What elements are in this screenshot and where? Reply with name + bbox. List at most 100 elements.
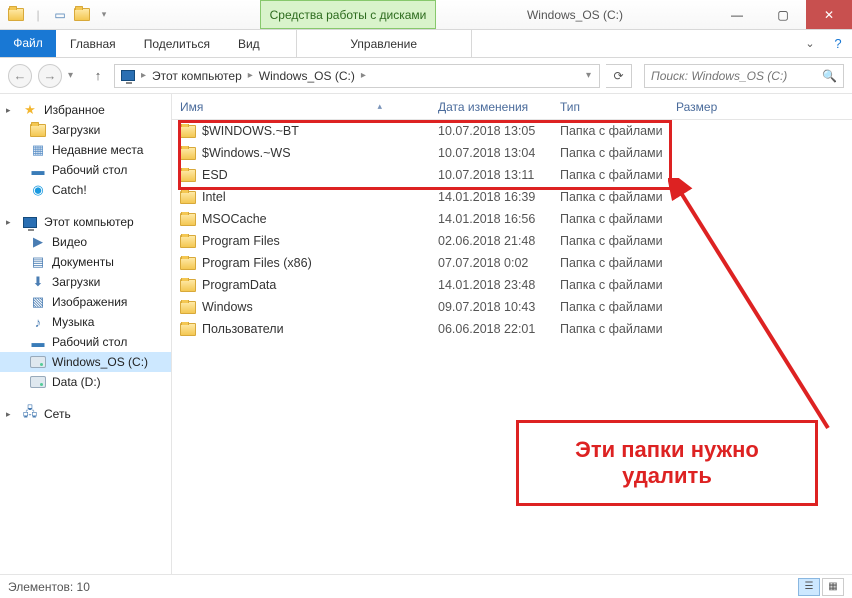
file-type: Папка с файлами	[552, 300, 668, 314]
table-row[interactable]: Program Files 02.06.2018 21:48Папка с фай…	[172, 230, 852, 252]
nav-downloads[interactable]: Загрузки	[0, 120, 171, 140]
ribbon-tabs: Файл Главная Поделиться Вид Управление ⌄…	[0, 30, 852, 58]
col-type[interactable]: Тип	[552, 100, 668, 114]
nav-pictures[interactable]: ▧Изображения	[0, 292, 171, 312]
file-name: Intel	[202, 190, 226, 204]
breadcrumb[interactable]: ▸ Этот компьютер ▸ Windows_OS (C:) ▸ ▾	[114, 64, 600, 88]
folder-icon	[180, 279, 196, 292]
up-button[interactable]: ↑	[88, 66, 108, 86]
file-name: MSOCache	[202, 212, 267, 226]
music-icon: ♪	[30, 314, 46, 330]
tab-share[interactable]: Поделиться	[130, 30, 224, 57]
col-size[interactable]: Размер	[668, 100, 852, 114]
file-date: 10.07.2018 13:04	[430, 146, 552, 160]
nav-downloads2[interactable]: ⬇Загрузки	[0, 272, 171, 292]
recent-icon: ▦	[30, 142, 46, 158]
qat-dropdown-icon[interactable]: ▾	[96, 7, 112, 23]
history-dropdown-icon[interactable]: ▾	[68, 70, 82, 81]
breadcrumb-dropdown-icon[interactable]: ▾	[582, 70, 595, 81]
file-date: 09.07.2018 10:43	[430, 300, 552, 314]
nav-videos[interactable]: ▶Видео	[0, 232, 171, 252]
tab-view[interactable]: Вид	[224, 30, 274, 57]
file-type: Папка с файлами	[552, 146, 668, 160]
folder-icon	[30, 122, 46, 138]
breadcrumb-sep-icon[interactable]: ▸	[137, 70, 150, 81]
view-details-button[interactable]: ☰	[798, 578, 820, 596]
table-row[interactable]: Program Files (x86)07.07.2018 0:02Папка …	[172, 252, 852, 274]
nav-catch[interactable]: ◉Catch!	[0, 180, 171, 200]
close-button[interactable]: ✕	[806, 0, 852, 29]
file-name: $Windows.~WS	[202, 146, 291, 160]
col-date[interactable]: Дата изменения	[430, 100, 552, 114]
contextual-tab-header: Средства работы с дисками	[260, 0, 436, 29]
forward-button[interactable]: →	[38, 64, 62, 88]
table-row[interactable]: Intel14.01.2018 16:39Папка с файлами	[172, 186, 852, 208]
file-type: Папка с файлами	[552, 124, 668, 138]
file-date: 07.07.2018 0:02	[430, 256, 552, 270]
nav-computer[interactable]: ▸Этот компьютер	[0, 212, 171, 232]
breadcrumb-sep-icon[interactable]: ▸	[244, 70, 257, 81]
table-row[interactable]: MSOCache 14.01.2018 16:56Папка с файлами	[172, 208, 852, 230]
window-title: Windows_OS (C:)	[436, 0, 714, 29]
file-date: 14.01.2018 16:56	[430, 212, 552, 226]
search-box[interactable]: 🔍	[644, 64, 844, 88]
titlebar: | ▭ ▾ Средства работы с дисками Windows_…	[0, 0, 852, 30]
table-row[interactable]: ProgramData14.01.2018 23:48Папка с файла…	[172, 274, 852, 296]
table-row[interactable]: ESD10.07.2018 13:11Папка с файлами	[172, 164, 852, 186]
nav-recent[interactable]: ▦Недавние места	[0, 140, 171, 160]
file-type: Папка с файлами	[552, 256, 668, 270]
file-name: Windows	[202, 300, 253, 314]
file-type: Папка с файлами	[552, 212, 668, 226]
nav-music[interactable]: ♪Музыка	[0, 312, 171, 332]
view-large-icons-button[interactable]: ▦	[822, 578, 844, 596]
document-icon: ▤	[30, 254, 46, 270]
folder-icon	[180, 235, 196, 248]
nav-drive-c[interactable]: Windows_OS (C:)	[0, 352, 171, 372]
table-row[interactable]: $WINDOWS.~BT10.07.2018 13:05Папка с файл…	[172, 120, 852, 142]
table-row[interactable]: $Windows.~WS 10.07.2018 13:04Папка с файл…	[172, 142, 852, 164]
minimize-button[interactable]: —	[714, 0, 760, 29]
drive-icon	[30, 354, 46, 370]
nav-favorites[interactable]: ▸★Избранное	[0, 100, 171, 120]
refresh-button[interactable]: ⟳	[606, 64, 632, 88]
nav-desktop[interactable]: ▬Рабочий стол	[0, 160, 171, 180]
ribbon-expand-icon[interactable]: ⌄	[796, 30, 824, 57]
folder-icon	[180, 191, 196, 204]
file-date: 06.06.2018 22:01	[430, 322, 552, 336]
folder-icon	[180, 257, 196, 270]
video-icon: ▶	[30, 234, 46, 250]
col-name[interactable]: Имя▴	[172, 100, 430, 114]
search-input[interactable]	[651, 69, 822, 83]
back-button[interactable]: ←	[8, 64, 32, 88]
file-date: 10.07.2018 13:11	[430, 168, 552, 182]
maximize-button[interactable]: ▢	[760, 0, 806, 29]
nav-pane: ▸★Избранное Загрузки ▦Недавние места ▬Ра…	[0, 94, 172, 574]
status-bar: Элементов: 10 ☰ ▦	[0, 574, 852, 598]
drive-icon	[30, 374, 46, 390]
desktop-icon: ▬	[30, 162, 46, 178]
nav-documents[interactable]: ▤Документы	[0, 252, 171, 272]
file-type: Папка с файлами	[552, 234, 668, 248]
file-date: 02.06.2018 21:48	[430, 234, 552, 248]
breadcrumb-current[interactable]: Windows_OS (C:)	[257, 69, 357, 83]
tab-home[interactable]: Главная	[56, 30, 130, 57]
breadcrumb-pc-icon[interactable]	[119, 70, 137, 81]
file-menu[interactable]: Файл	[0, 30, 56, 57]
nav-drive-d[interactable]: Data (D:)	[0, 372, 171, 392]
file-type: Папка с файлами	[552, 168, 668, 182]
file-name: Program Files	[202, 234, 280, 248]
annotation-caption: Эти папки нужно удалить	[516, 420, 818, 506]
help-icon[interactable]: ?	[824, 30, 852, 57]
search-icon[interactable]: 🔍	[822, 69, 837, 83]
file-name: Пользователи	[202, 322, 284, 336]
breadcrumb-root[interactable]: Этот компьютер	[150, 69, 244, 83]
nav-desktop2[interactable]: ▬Рабочий стол	[0, 332, 171, 352]
file-date: 14.01.2018 23:48	[430, 278, 552, 292]
table-row[interactable]: Пользователи06.06.2018 22:01Папка с файл…	[172, 318, 852, 340]
breadcrumb-sep-icon[interactable]: ▸	[357, 70, 370, 81]
table-row[interactable]: Windows 09.07.2018 10:43Папка с файлами	[172, 296, 852, 318]
new-folder-icon[interactable]	[74, 7, 90, 23]
properties-icon[interactable]: ▭	[52, 7, 68, 23]
tab-manage[interactable]: Управление	[296, 30, 472, 57]
nav-network[interactable]: ▸🖧Сеть	[0, 404, 171, 424]
